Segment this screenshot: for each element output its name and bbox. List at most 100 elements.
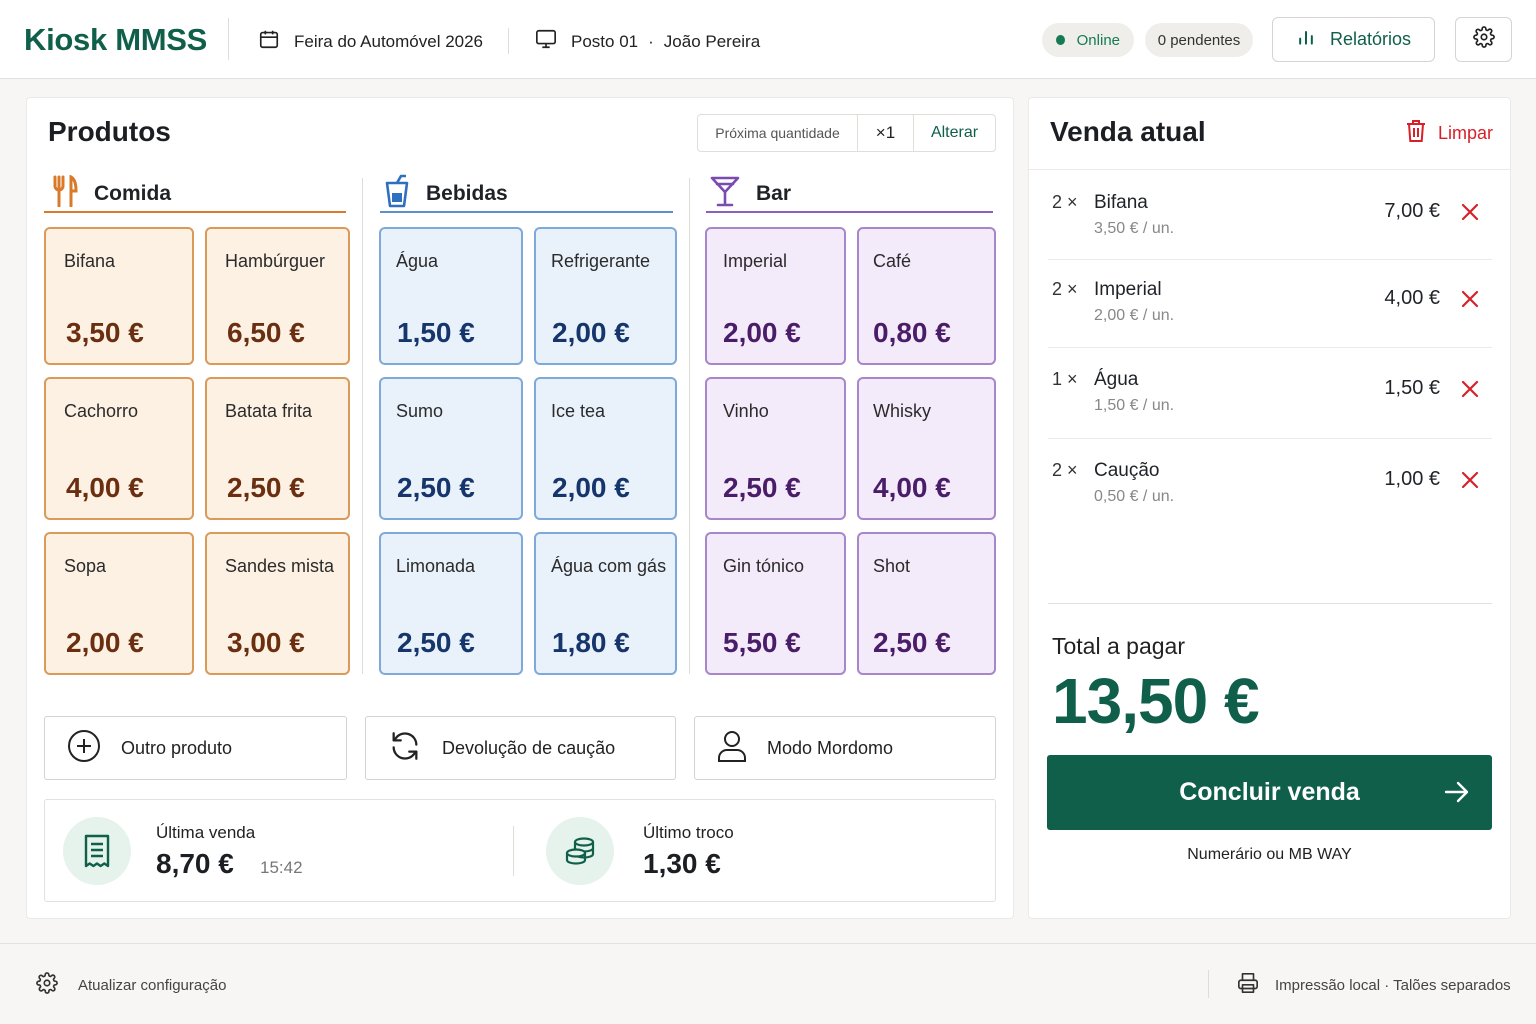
sale-line-item: 1 × Água 1,50 € / un. 1,50 € [1048,349,1492,437]
product-price: 2,00 € [66,627,144,658]
remove-item-icon[interactable] [1458,200,1482,224]
line-unit-price: 0,50 € / un. [1094,488,1175,505]
product-tile-sumo[interactable]: Sumo 2,50 € [379,377,523,520]
footer-bar: Atualizar configuração Impressão local ·… [0,943,1536,1024]
butler-mode-button[interactable]: Modo Mordomo [694,716,996,780]
product-name: Sandes mista [225,556,335,576]
station-name: Posto 01 [571,31,639,51]
user-icon [695,729,767,768]
remove-item-icon[interactable] [1458,468,1482,492]
product-tile-agua-com-gas[interactable]: Água com gás 1,80 € [534,532,677,675]
divider [1048,438,1492,439]
category-header-bebidas: Bebidas [384,174,508,214]
product-tile-hamburguer[interactable]: Hambúrguer 6,50 € [205,227,350,365]
line-name: Imperial [1094,279,1162,300]
sale-line-item: 2 × Imperial 2,00 € / un. 4,00 € [1048,259,1492,347]
product-tile-cachorro[interactable]: Cachorro 4,00 € [44,377,194,520]
line-unit-price: 3,50 € / un. [1094,220,1175,237]
product-tile-limonada[interactable]: Limonada 2,50 € [379,532,523,675]
remove-item-icon[interactable] [1458,287,1482,311]
product-tile-vinho[interactable]: Vinho 2,50 € [705,377,846,520]
product-tile-sopa[interactable]: Sopa 2,00 € [44,532,194,675]
arrow-right-icon [1444,780,1470,811]
event-name: Feira do Automóvel 2026 [294,31,484,51]
product-name: Água com gás [551,556,667,576]
product-price: 2,50 € [227,472,305,503]
print-mode-info: Impressão local · Talões separados [1237,972,1511,999]
reports-label: Relatórios [1329,29,1412,49]
line-name: Caução [1094,460,1160,481]
product-tile-batata-frita[interactable]: Batata frita 2,50 € [205,377,350,520]
trash-icon [1406,119,1426,148]
deposit-return-label: Devolução de caução [442,737,616,758]
operator-name: João Pereira [663,31,761,51]
product-name: Batata frita [225,401,313,421]
divider [508,28,509,54]
product-name: Refrigerante [551,251,651,271]
deposit-return-button[interactable]: Devolução de caução [365,716,676,780]
product-tile-imperial[interactable]: Imperial 2,00 € [705,227,846,365]
product-tile-bifana[interactable]: Bifana 3,50 € [44,227,194,365]
product-name: Ice tea [551,401,606,421]
remove-item-icon[interactable] [1458,377,1482,401]
conclude-sale-button[interactable]: Concluir venda [1047,755,1492,830]
last-transaction-info: Última venda 8,70 € 15:42 Último troco 1… [44,799,996,902]
category-name: Bar [756,182,792,205]
divider [1029,169,1510,170]
product-price: 4,00 € [66,472,144,503]
station-separator: · [648,31,654,51]
reports-button[interactable]: Relatórios [1272,17,1435,62]
last-sale-time: 15:42 [260,858,303,877]
update-config-button[interactable]: Atualizar configuração [36,972,226,999]
fork-knife-icon [52,174,78,213]
product-price: 2,50 € [397,472,475,503]
line-unit-price: 1,50 € / un. [1094,397,1175,414]
product-name: Cachorro [64,401,139,421]
product-tile-whisky[interactable]: Whisky 4,00 € [857,377,996,520]
clear-sale-button[interactable]: Limpar [1406,119,1493,148]
product-price: 5,50 € [723,627,801,658]
product-price: 4,00 € [873,472,951,503]
product-tile-sandes-mista[interactable]: Sandes mista 3,00 € [205,532,350,675]
product-tile-cafe[interactable]: Café 0,80 € [857,227,996,365]
product-name: Sopa [64,556,107,576]
settings-button[interactable] [1455,17,1512,62]
divider [362,178,363,674]
divider [1208,970,1209,998]
other-product-button[interactable]: Outro produto [44,716,347,780]
product-tile-shot[interactable]: Shot 2,50 € [857,532,996,675]
status-text: Online [1076,31,1120,49]
product-tile-refrigerante[interactable]: Refrigerante 2,00 € [534,227,677,365]
product-name: Limonada [396,556,476,576]
products-title: Produtos [48,116,171,147]
product-price: 1,50 € [397,317,475,348]
product-price: 2,00 € [723,317,801,348]
product-price: 2,50 € [723,472,801,503]
line-total: 1,50 € [1384,377,1440,399]
category-underline [380,211,673,213]
product-price: 1,80 € [552,627,630,658]
top-bar: Kiosk MMSS Feira do Automóvel 2026 Posto… [0,0,1536,79]
product-price: 0,80 € [873,317,951,348]
next-quantity-label: Próxima quantidade [698,115,858,151]
product-price: 2,00 € [552,472,630,503]
product-tile-ice-tea[interactable]: Ice tea 2,00 € [534,377,677,520]
bar-chart-icon [1296,27,1316,52]
line-total: 7,00 € [1384,200,1440,222]
current-sale-title: Venda atual [1050,116,1206,147]
product-tile-gin-tonico[interactable]: Gin tónico 5,50 € [705,532,846,675]
station-info: Posto 01 · João Pereira [535,28,760,55]
last-change-value: 1,30 € [643,848,721,879]
product-name: Hambúrguer [225,251,326,271]
product-price: 2,00 € [552,317,630,348]
pending-badge[interactable]: 0 pendentes [1145,23,1253,57]
divider [689,178,690,674]
category-underline [44,211,346,213]
product-name: Bifana [64,251,116,271]
product-tile-agua[interactable]: Água 1,50 € [379,227,523,365]
update-config-label: Atualizar configuração [78,977,227,994]
coins-icon [546,817,614,885]
product-price: 3,50 € [66,317,144,348]
change-quantity-button[interactable]: Alterar [914,115,995,151]
next-quantity-value: ×1 [858,115,914,151]
